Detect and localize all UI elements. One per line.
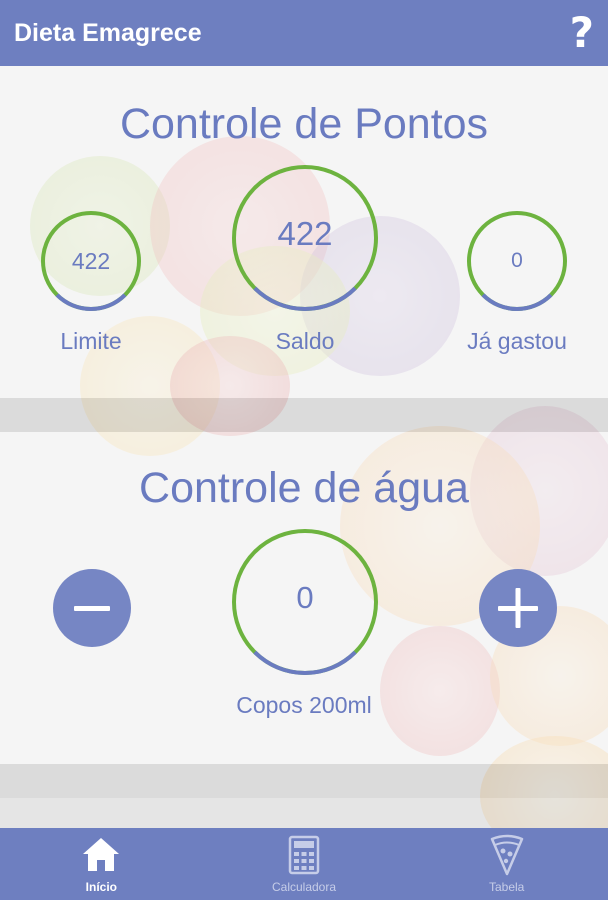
spent-ring: 0 (466, 210, 568, 312)
water-label: Copos 200ml (236, 692, 372, 718)
limit-ring: 422 (40, 210, 142, 312)
bottom-strip (0, 798, 608, 828)
water-ring: 0 (231, 528, 379, 676)
nav-label: Início (85, 880, 117, 894)
divider (0, 764, 608, 798)
nav-item-tabela[interactable]: Tabela (405, 828, 608, 900)
home-icon (81, 834, 121, 876)
plus-icon (498, 588, 538, 628)
nav-label: Tabela (488, 880, 525, 894)
divider (0, 398, 608, 432)
nav-label: Calculadora (271, 880, 337, 894)
app-header: Dieta Emagrece ? (0, 0, 608, 66)
nav-item-inicio[interactable]: Início (0, 828, 203, 900)
balance-label: Saldo (275, 328, 335, 354)
main-content: Controle de Pontos 422 Limite 422 Saldo … (0, 66, 608, 828)
spent-label: Já gastou (467, 328, 567, 354)
points-title: Controle de Pontos (119, 100, 489, 148)
app-title: Dieta Emagrece (14, 18, 202, 47)
help-icon[interactable]: ? (570, 12, 594, 54)
calculator-icon (288, 834, 320, 876)
balance-value: 422 (277, 215, 333, 252)
minus-icon (74, 606, 110, 611)
spent-value: 0 (511, 249, 523, 272)
increase-water-button[interactable] (479, 569, 557, 647)
limit-label: Limite (60, 328, 122, 354)
limit-value: 422 (71, 247, 111, 274)
pizza-icon (489, 834, 525, 876)
water-value: 0 (296, 580, 314, 615)
decrease-water-button[interactable] (53, 569, 131, 647)
nav-item-calculadora[interactable]: Calculadora (203, 828, 406, 900)
balance-ring: 422 (231, 164, 379, 312)
water-title: Controle de água (139, 464, 469, 512)
bottom-navigation: Início Calculadora Tabela (0, 828, 608, 900)
